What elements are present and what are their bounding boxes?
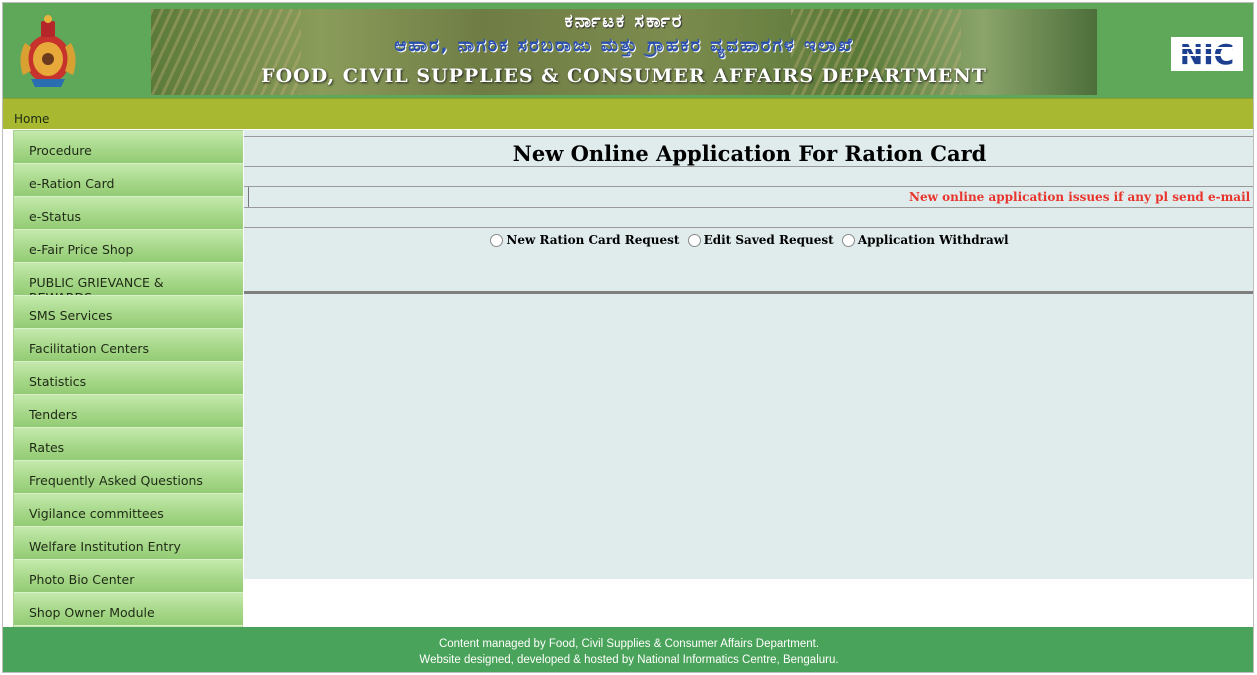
- sidebar-item-label: Facilitation Centers: [29, 341, 150, 356]
- sidebar-item-label: Welfare Institution Entry: [29, 539, 181, 554]
- top-navbar: Home: [3, 98, 1253, 129]
- sidebar-item-tenders[interactable]: Tenders: [14, 395, 243, 428]
- sidebar-item-label: Tenders: [29, 407, 78, 422]
- sidebar-item-label: Frequently Asked Questions: [29, 473, 203, 488]
- header-banner: ಕರ್ನಾಟಕ ಸರ್ಕಾರ ಆಹಾರ, ನಾಗರಿಕ ಸರಬರಾಜು ಮತ್ತ…: [151, 9, 1097, 95]
- radio-edit-saved-request[interactable]: Edit Saved Request: [687, 233, 834, 247]
- government-title: ಕರ್ನಾಟಕ ಸರ್ಕಾರ: [564, 11, 684, 32]
- sidebar-item-label: PUBLIC GRIEVANCE & REWARDS: [29, 275, 164, 295]
- announcement-text: New online application issues if any pl …: [909, 190, 1253, 204]
- sidebar-item-label: Photo Bio Center: [29, 572, 135, 587]
- sidebar-item-label: e-Status: [29, 209, 82, 224]
- sidebar-menu: Procedure e-Ration Card e-Status e-Fair …: [13, 130, 243, 631]
- divider: [244, 166, 1253, 167]
- footer-hosted-by: Website designed, developed & hosted by …: [419, 654, 839, 666]
- sidebar-item-sms-services[interactable]: SMS Services: [14, 296, 243, 329]
- sidebar-item-facilitation-centers[interactable]: Facilitation Centers: [14, 329, 243, 362]
- application-type-radios: New Ration Card Request Edit Saved Reque…: [244, 233, 1253, 250]
- home-link[interactable]: Home: [14, 112, 49, 126]
- sidebar-item-e-ration-card[interactable]: e-Ration Card: [14, 164, 243, 197]
- divider: [244, 136, 1253, 137]
- site-footer: Content managed by Food, Civil Supplies …: [3, 627, 1253, 672]
- sidebar-item-shop-owner-module[interactable]: Shop Owner Module: [14, 593, 243, 626]
- page-frame: ಕರ್ನಾಟಕ ಸರ್ಕಾರ ಆಹಾರ, ನಾಗರಿಕ ಸರಬರಾಜು ಮತ್ತ…: [2, 2, 1254, 673]
- sidebar-item-statistics[interactable]: Statistics: [14, 362, 243, 395]
- sidebar-item-label: e-Ration Card: [29, 176, 115, 191]
- sidebar-item-label: Procedure: [29, 143, 92, 158]
- sidebar-item-label: SMS Services: [29, 308, 113, 323]
- sidebar-item-e-status[interactable]: e-Status: [14, 197, 243, 230]
- radio-label: Application Withdrawl: [857, 233, 1009, 247]
- radio-button[interactable]: [490, 233, 504, 247]
- sidebar-item-rates[interactable]: Rates: [14, 428, 243, 461]
- sidebar-item-label: Rates: [29, 440, 65, 455]
- radio-label: New Ration Card Request: [506, 233, 680, 247]
- page-title: New Online Application For Ration Card: [512, 141, 987, 166]
- sidebar-item-faq[interactable]: Frequently Asked Questions: [14, 461, 243, 494]
- radio-new-ration-card[interactable]: New Ration Card Request: [490, 233, 679, 247]
- footer-content-managed: Content managed by Food, Civil Supplies …: [438, 638, 820, 650]
- site-header: ಕರ್ನಾಟಕ ಸರ್ಕಾರ ಆಹಾರ, ನಾಗರಿಕ ಸರಬರಾಜು ಮತ್ತ…: [3, 3, 1253, 98]
- sidebar-item-photo-bio-center[interactable]: Photo Bio Center: [14, 560, 243, 593]
- announcement-marquee: New online application issues if any pl …: [248, 187, 1253, 207]
- nic-logo-icon: NIC: [1171, 37, 1243, 71]
- department-title-kannada: ಆಹಾರ, ನಾಗರಿಕ ಸರಬರಾಜು ಮತ್ತು ಗ್ರಾಹಕರ ವ್ಯವಹ…: [394, 35, 854, 56]
- main-content: New Online Application For Ration Card N…: [244, 130, 1253, 579]
- divider: [244, 207, 1253, 208]
- radio-application-withdrawl[interactable]: Application Withdrawl: [841, 233, 1009, 247]
- sidebar-item-label: e-Fair Price Shop: [29, 242, 134, 257]
- sidebar-item-label: Shop Owner Module: [29, 605, 155, 620]
- sidebar-item-welfare-institution-entry[interactable]: Welfare Institution Entry: [14, 527, 243, 560]
- sidebar-item-procedure[interactable]: Procedure: [14, 131, 243, 164]
- sidebar-item-label: Vigilance committees: [29, 506, 164, 521]
- divider: [244, 227, 1253, 228]
- sidebar-item-vigilance-committees[interactable]: Vigilance committees: [14, 494, 243, 527]
- section-divider: [244, 291, 1253, 294]
- radio-button[interactable]: [841, 233, 855, 247]
- radio-label: Edit Saved Request: [703, 233, 834, 247]
- sidebar-item-e-fair-price-shop[interactable]: e-Fair Price Shop: [14, 230, 243, 263]
- sidebar-item-label: Statistics: [29, 374, 87, 389]
- sidebar-item-public-grievance[interactable]: PUBLIC GRIEVANCE & REWARDS: [14, 263, 243, 296]
- karnataka-emblem-icon: [20, 15, 76, 87]
- radio-button[interactable]: [687, 233, 701, 247]
- department-title-english: FOOD, CIVIL SUPPLIES & CONSUMER AFFAIRS …: [261, 65, 987, 87]
